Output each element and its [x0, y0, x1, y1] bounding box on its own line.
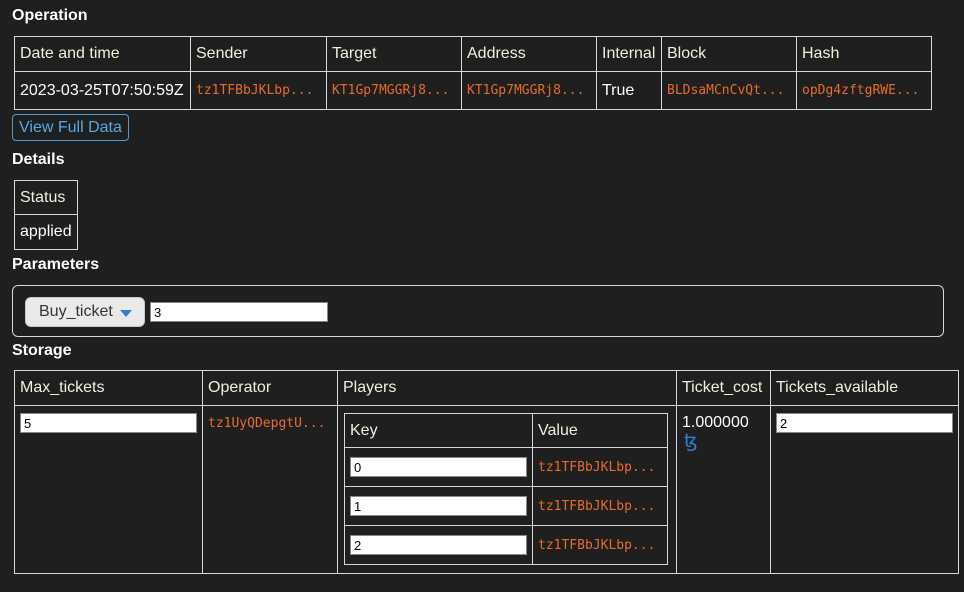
tickets-available-input[interactable]: [776, 413, 953, 433]
parameters-box: Buy_ticket: [12, 285, 944, 337]
table-row: tz1TFBbJKLbp...: [344, 447, 668, 487]
col-hash: Hash: [796, 36, 932, 72]
details-table: Status applied: [14, 180, 78, 250]
player-address-link[interactable]: tz1TFBbJKLbp...: [538, 538, 662, 553]
address-link[interactable]: KT1Gp7MGGRj8...: [467, 83, 591, 98]
caret-down-icon: [120, 310, 132, 317]
ticket-cost-value: 1.000000: [682, 414, 749, 431]
operation-heading: Operation: [12, 7, 88, 24]
details-heading: Details: [12, 151, 65, 168]
col-address: Address: [461, 36, 597, 72]
entrypoint-label: Buy_ticket: [39, 303, 113, 320]
operation-datetime: 2023-03-25T07:50:59Z: [14, 71, 191, 110]
players-table: Key Value tz1TFBbJKLbp... tz1TFBbJKLbp..…: [344, 413, 668, 565]
parameter-value-input[interactable]: [150, 302, 328, 322]
player-key-input[interactable]: [350, 496, 527, 516]
status-label: Status: [14, 180, 78, 215]
col-key: Key: [344, 413, 533, 448]
col-block: Block: [661, 36, 797, 72]
table-row: tz1TFBbJKLbp...: [344, 486, 668, 526]
max-tickets-input[interactable]: [20, 413, 197, 433]
col-max-tickets: Max_tickets: [14, 370, 203, 406]
col-date-time: Date and time: [14, 36, 191, 72]
player-key-input[interactable]: [350, 457, 527, 477]
col-players: Players: [337, 370, 677, 406]
view-full-data-button[interactable]: View Full Data: [12, 114, 129, 141]
col-internal: Internal: [596, 36, 662, 72]
col-ticket-cost: Ticket_cost: [676, 370, 771, 406]
table-row: tz1TFBbJKLbp...: [344, 525, 668, 565]
internal-value: True: [596, 71, 662, 110]
operator-address-link[interactable]: tz1UyQDepgtU...: [208, 416, 332, 431]
player-address-link[interactable]: tz1TFBbJKLbp...: [538, 499, 662, 514]
col-operator: Operator: [202, 370, 338, 406]
storage-heading: Storage: [12, 342, 72, 359]
col-sender: Sender: [190, 36, 327, 72]
entrypoint-select[interactable]: Buy_ticket: [25, 297, 145, 327]
player-address-link[interactable]: tz1TFBbJKLbp...: [538, 460, 662, 475]
operation-hash-link[interactable]: opDg4zftgRWE...: [802, 83, 926, 98]
block-hash-link[interactable]: BLDsaMCnCvQt...: [667, 83, 791, 98]
target-address-link[interactable]: KT1Gp7MGGRj8...: [332, 83, 456, 98]
col-value: Value: [532, 413, 668, 448]
col-target: Target: [326, 36, 462, 72]
sender-address-link[interactable]: tz1TFBbJKLbp...: [196, 83, 320, 98]
parameters-heading: Parameters: [12, 256, 100, 273]
tez-currency-icon: ꜩ: [684, 431, 698, 452]
player-key-input[interactable]: [350, 535, 527, 555]
col-tickets-available: Tickets_available: [770, 370, 959, 406]
storage-table: Max_tickets Operator Players Ticket_cost…: [14, 370, 959, 574]
operation-table: Date and time Sender Target Address Inte…: [14, 36, 932, 110]
status-value: applied: [14, 214, 78, 250]
